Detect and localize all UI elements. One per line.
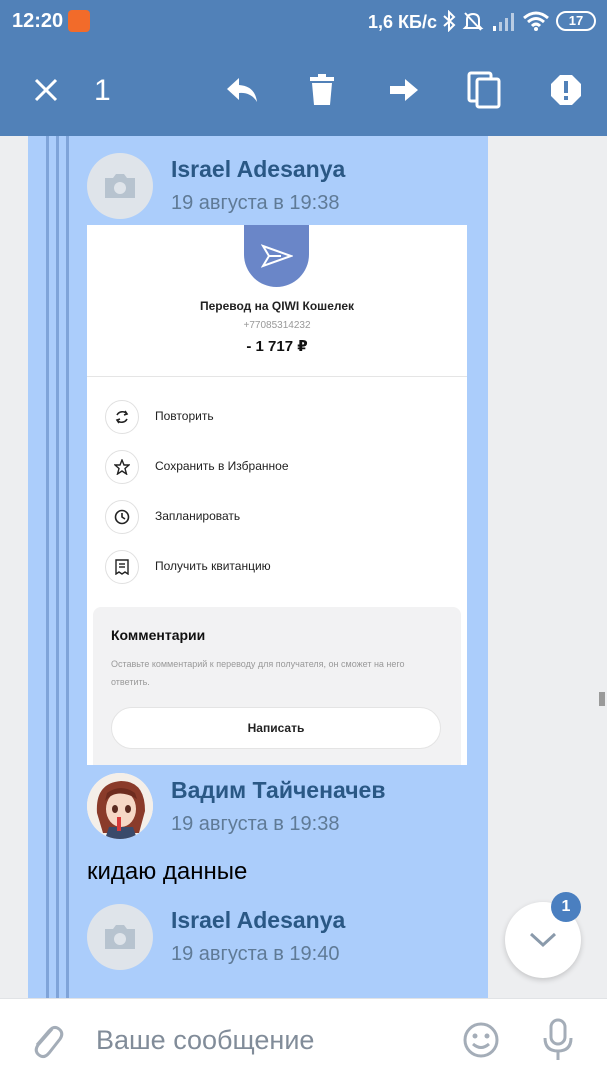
qiwi-logo — [244, 225, 309, 287]
attach-icon[interactable] — [28, 1021, 64, 1066]
star-icon — [105, 450, 139, 484]
status-time: 12:20 — [12, 10, 64, 32]
message-composer: Ваше сообщение — [0, 998, 607, 1080]
selected-count: 1 — [94, 74, 111, 107]
transfer-phone: +77085314232 — [243, 320, 311, 331]
camera-icon — [105, 925, 135, 949]
message-author[interactable]: Israel Adesanya — [171, 907, 345, 934]
receipt-label: Получить квитанцию — [155, 559, 271, 573]
write-comment-button: Написать — [111, 707, 441, 749]
comments-description: Оставьте комментарий к переводу для полу… — [111, 659, 405, 687]
unread-badge: 1 — [551, 892, 581, 922]
copy-icon[interactable] — [460, 66, 508, 114]
clock-icon — [105, 500, 139, 534]
avatar-placeholder[interactable] — [87, 904, 153, 970]
favorite-action: Сохранить в Избранное — [105, 450, 445, 486]
selection-toolbar: 1 — [0, 44, 607, 136]
notification-icon — [68, 10, 90, 32]
reply-icon[interactable] — [218, 66, 266, 114]
message-author[interactable]: Israel Adesanya — [171, 156, 345, 183]
camera-icon — [105, 174, 135, 198]
transfer-title: Перевод на QIWI Кошелек — [199, 299, 355, 313]
wifi-icon — [522, 10, 550, 37]
repeat-action: Повторить — [105, 400, 445, 436]
quote-line — [46, 136, 49, 998]
transfer-amount: - 1 717 ₽ — [246, 338, 308, 355]
bluetooth-icon — [442, 9, 456, 37]
quote-line — [56, 136, 59, 998]
repeat-label: Повторить — [155, 409, 214, 423]
receipt-action: Получить квитанцию — [105, 550, 445, 586]
status-bar: 12:20 1,6 КБ/с 17 — [0, 0, 607, 44]
emoji-icon[interactable] — [462, 1021, 500, 1064]
repeat-icon — [105, 400, 139, 434]
message-date: 19 августа в 19:40 — [171, 943, 340, 965]
delete-icon[interactable] — [298, 66, 346, 114]
forward-icon[interactable] — [380, 66, 428, 114]
favorite-label: Сохранить в Избранное — [155, 459, 289, 473]
network-speed: 1,6 КБ/с — [368, 12, 437, 32]
scrollbar-thumb[interactable] — [599, 692, 605, 706]
message-date: 19 августа в 19:38 — [171, 192, 340, 214]
receipt-icon — [105, 550, 139, 584]
comments-title: Комментарии — [111, 627, 206, 643]
schedule-label: Запланировать — [155, 509, 241, 523]
signal-icon — [492, 10, 516, 37]
message-text: кидаю данные — [87, 858, 248, 885]
avatar-placeholder[interactable] — [87, 153, 153, 219]
message-date: 19 августа в 19:38 — [171, 813, 340, 835]
battery-icon: 17 — [556, 11, 596, 31]
message-author[interactable]: Вадим Тайченачев — [171, 777, 386, 804]
divider — [87, 376, 467, 377]
mute-icon — [462, 10, 484, 37]
close-icon[interactable] — [22, 66, 70, 114]
report-icon[interactable] — [542, 66, 590, 114]
chevron-down-icon — [529, 932, 557, 948]
avatar[interactable] — [87, 773, 153, 839]
chat-history[interactable]: Israel Adesanya 19 августа в 19:38 Перев… — [0, 136, 607, 998]
message-input[interactable]: Ваше сообщение — [96, 1025, 314, 1056]
photo-attachment[interactable]: Перевод на QIWI Кошелек +77085314232 - 1… — [87, 225, 467, 765]
quote-line — [66, 136, 69, 998]
comments-block: Комментарии Оставьте комментарий к перев… — [93, 607, 461, 765]
schedule-action: Запланировать — [105, 500, 445, 536]
microphone-icon[interactable] — [540, 1017, 576, 1068]
